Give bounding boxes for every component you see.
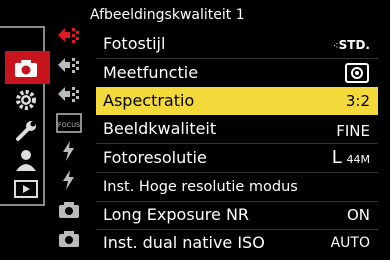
menu-item-label: Inst. dual native ISO (103, 233, 265, 252)
gear-icon[interactable] (12, 88, 40, 112)
menu-item-fotoresolutie[interactable]: Fotoresolutie L 44M (96, 144, 378, 172)
page-arrow-icon[interactable] (56, 83, 82, 105)
wrench-icon[interactable] (12, 118, 40, 142)
flash-icon[interactable] (56, 169, 82, 191)
menu-item-label: Meetfunctie (103, 63, 199, 82)
camera-small-icon[interactable] (56, 198, 82, 220)
flash-icon[interactable] (56, 140, 82, 162)
page-red-arrow-icon[interactable] (56, 24, 82, 46)
menu-item-label: Inst. Hoge resolutie modus (103, 179, 298, 195)
menu-item-fotostijl[interactable]: Fotostijl ⁖STD. (96, 30, 378, 58)
menu-item-aspectratio[interactable]: Aspectratio 3:2 (96, 87, 378, 115)
menu-item-hoge-resolutie[interactable]: Inst. Hoge resolutie modus (96, 173, 378, 201)
image-quality-value: FINE (336, 122, 370, 140)
menu-item-label: Aspectratio (103, 91, 195, 110)
playback-icon[interactable] (12, 177, 40, 201)
metering-mode-icon (344, 62, 370, 89)
photo-resolution-value: L 44M (331, 147, 370, 168)
menu-item-long-exposure-nr[interactable]: Long Exposure NR ON (96, 201, 378, 229)
camera-icon[interactable] (12, 56, 40, 80)
menu-item-label: Long Exposure NR (103, 205, 250, 224)
page-arrow-icon[interactable] (56, 54, 82, 76)
menu-item-label: Beeldkwaliteit (103, 119, 217, 138)
menu-item-beeldkwaliteit[interactable]: Beeldkwaliteit FINE (96, 115, 378, 143)
long-exposure-nr-value: ON (346, 206, 370, 224)
menu-item-label: Fotostijl (103, 34, 166, 53)
menu-item-meetfunctie[interactable]: Meetfunctie (96, 59, 378, 87)
menu-item-label: Fotoresolutie (103, 148, 207, 167)
dual-native-iso-value: AUTO (330, 235, 370, 251)
camera-small-icon[interactable] (56, 227, 82, 249)
page-title: Afbeeldingskwaliteit 1 (90, 7, 245, 23)
svg-text:FOCUS: FOCUS (58, 121, 80, 129)
aspect-ratio-value: 3:2 (345, 92, 370, 110)
menu-item-dual-native-iso[interactable]: Inst. dual native ISO AUTO (96, 229, 378, 257)
photo-style-value: ⁖STD. (332, 38, 370, 52)
focus-icon[interactable]: FOCUS (56, 112, 82, 134)
person-icon[interactable] (12, 148, 40, 172)
